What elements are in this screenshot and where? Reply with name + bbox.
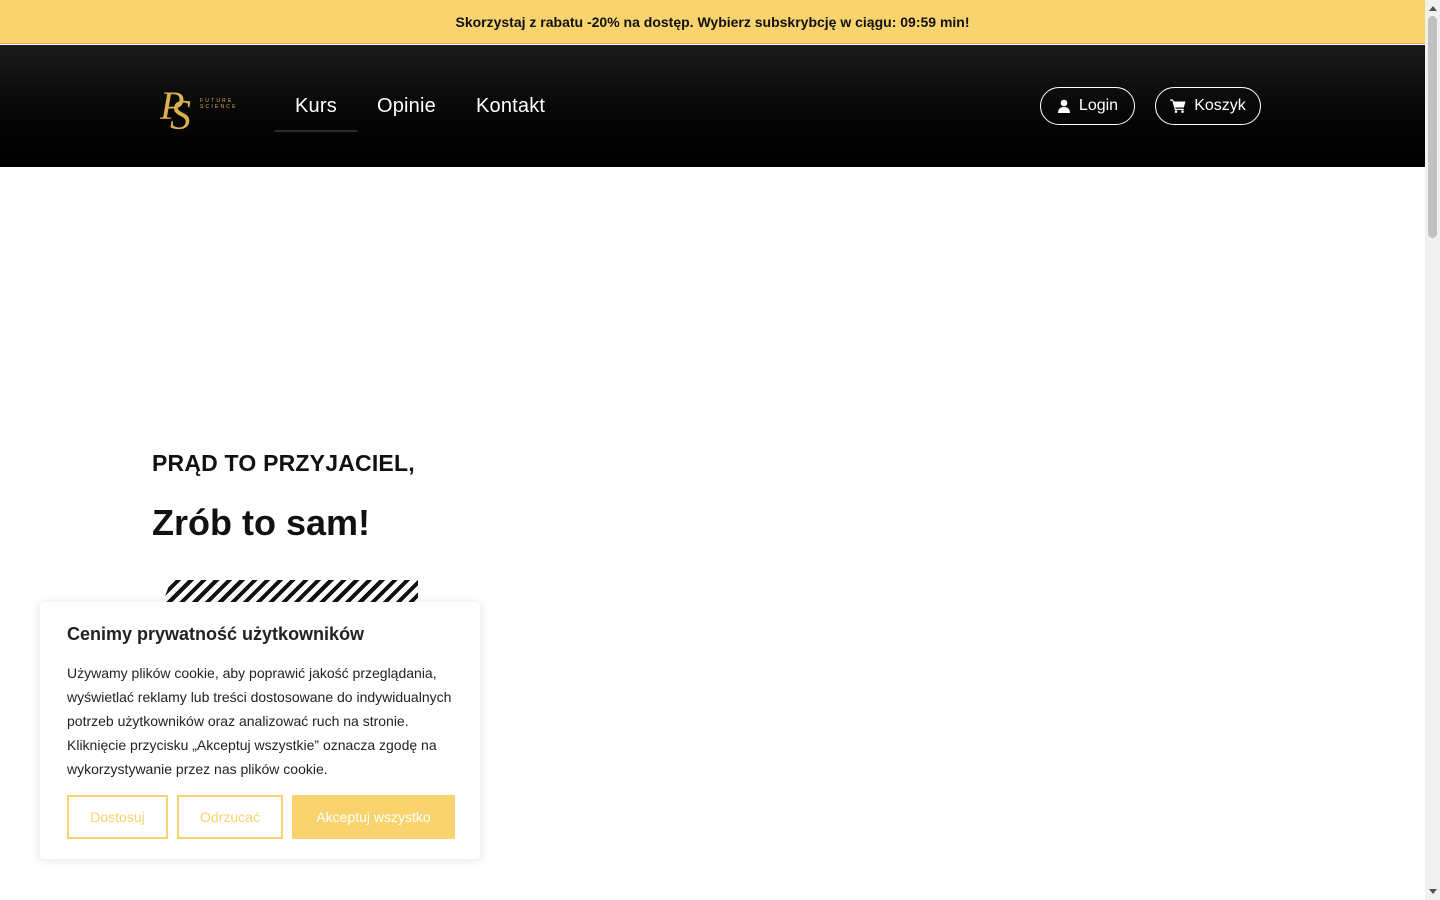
site-header: P S FUTURE SCIENCE Kurs Opinie Kontakt L… [0,45,1425,167]
cart-button[interactable]: Koszyk [1155,87,1261,125]
promo-text: Skorzystaj z rabatu -20% na dostęp. Wybi… [455,13,970,30]
logo-subtitle: FUTURE SCIENCE [200,98,238,110]
user-icon [1057,99,1070,113]
nav-item-opinie[interactable]: Opinie [357,83,456,132]
accept-all-button[interactable]: Akceptuj wszystko [292,795,455,839]
login-button[interactable]: Login [1040,87,1135,125]
cart-label: Koszyk [1194,97,1246,114]
page-scrollbar[interactable] [1425,0,1440,900]
site-logo[interactable]: P S FUTURE SCIENCE [160,79,260,133]
cookie-consent-panel: Cenimy prywatność użytkowników Używamy p… [40,602,480,859]
hero-title: Zrób to sam! [152,502,371,543]
cookie-title: Cenimy prywatność użytkowników [67,624,365,644]
main-nav: Kurs Opinie Kontakt [275,83,565,132]
nav-item-kurs[interactable]: Kurs [275,83,357,132]
customize-button[interactable]: Dostosuj [67,795,168,839]
scroll-up-icon[interactable] [1429,6,1437,11]
login-label: Login [1078,97,1119,114]
cookie-actions: Dostosuj Odrzucać Akceptuj wszystko [67,795,455,839]
scroll-down-icon[interactable] [1429,889,1437,894]
reject-button[interactable]: Odrzucać [177,795,283,839]
hero-kicker: PRĄD TO PRZYJACIEL, [152,450,415,476]
nav-item-kontakt[interactable]: Kontakt [456,83,565,132]
promo-banner: Skorzystaj z rabatu -20% na dostęp. Wybi… [0,0,1425,44]
scroll-thumb[interactable] [1428,16,1437,238]
svg-text:S: S [170,93,191,133]
stripe-decoration [163,580,418,602]
cookie-description: Używamy plików cookie, aby poprawić jako… [67,665,452,777]
cart-icon [1170,99,1186,113]
